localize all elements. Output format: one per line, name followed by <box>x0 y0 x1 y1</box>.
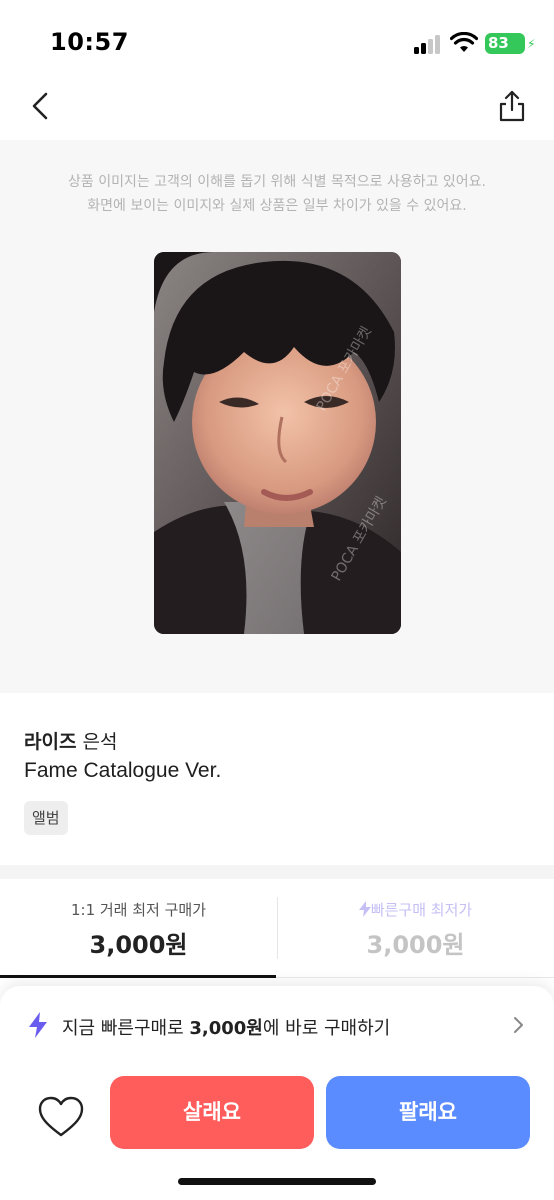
tab-label: 빠른구매 최저가 <box>277 899 554 920</box>
battery-icon: 83 <box>485 33 525 54</box>
tab-price: 3,000원 <box>366 931 465 959</box>
product-image-section: 상품 이미지는 고객의 이해를 돕기 위해 식별 목적으로 사용하고 있어요. … <box>0 140 554 693</box>
image-notice: 상품 이미지는 고객의 이해를 돕기 위해 식별 목적으로 사용하고 있어요. … <box>0 170 554 218</box>
heart-icon[interactable] <box>36 1094 86 1140</box>
tab-quick-buy-price[interactable]: 빠른구매 최저가 3,000원 <box>277 879 554 977</box>
artist-line: 라이즈 은석 <box>24 727 117 754</box>
group-name[interactable]: 라이즈 <box>24 731 76 753</box>
back-chevron-icon[interactable] <box>24 86 60 126</box>
member-name: 은석 <box>82 731 118 753</box>
home-indicator <box>178 1178 376 1185</box>
quick-buy-banner[interactable]: 지금 빠른구매로 3,000원에 바로 구매하기 <box>0 996 554 1056</box>
quick-buy-prefix: 지금 빠른구매로 <box>62 1018 190 1039</box>
sell-button[interactable]: 팔래요 <box>326 1076 530 1149</box>
lightning-icon <box>358 901 371 917</box>
category-tag[interactable]: 앨범 <box>24 801 68 835</box>
buy-button[interactable]: 살래요 <box>110 1076 314 1149</box>
price-tabs: 1:1 거래 최저 구매가 3,000원 빠른구매 최저가 3,000원 <box>0 879 554 979</box>
wifi-icon <box>450 32 478 52</box>
bottom-action-sheet: 지금 빠른구매로 3,000원에 바로 구매하기 살래요 팔래요 <box>0 986 554 1200</box>
tab-label-text: 빠른구매 최저가 <box>370 901 473 919</box>
chevron-right-icon <box>514 1017 523 1033</box>
photocard-illustration: POCA 포카마켓 POCA 포카마켓 <box>154 252 401 634</box>
tab-label: 1:1 거래 최저 구매가 <box>70 901 207 919</box>
battery-charging-icon: ⚡ <box>527 37 536 51</box>
product-photo[interactable]: POCA 포카마켓 POCA 포카마켓 <box>154 252 401 634</box>
image-notice-line2: 화면에 보이는 이미지와 실제 상품은 일부 차이가 있을 수 있어요. <box>87 198 467 214</box>
active-tab-indicator <box>0 975 276 978</box>
tab-direct-trade-price[interactable]: 1:1 거래 최저 구매가 3,000원 <box>0 879 277 977</box>
product-info: 라이즈 은석 Fame Catalogue Ver. 앨범 <box>0 693 554 865</box>
lightning-icon <box>29 1012 47 1038</box>
product-name: Fame Catalogue Ver. <box>24 759 222 782</box>
quick-buy-text: 지금 빠른구매로 3,000원에 바로 구매하기 <box>62 1014 390 1040</box>
quick-buy-price: 3,000원 <box>189 1018 263 1039</box>
image-notice-line1: 상품 이미지는 고객의 이해를 돕기 위해 식별 목적으로 사용하고 있어요. <box>67 174 487 190</box>
section-divider <box>0 865 554 879</box>
share-icon[interactable] <box>494 86 530 126</box>
tab-price: 3,000원 <box>89 931 188 959</box>
quick-buy-suffix: 에 바로 구매하기 <box>262 1018 391 1039</box>
status-time: 10:57 <box>50 28 129 56</box>
status-bar: 10:57 83 ⚡ <box>0 0 554 80</box>
signal-icon <box>414 34 442 54</box>
